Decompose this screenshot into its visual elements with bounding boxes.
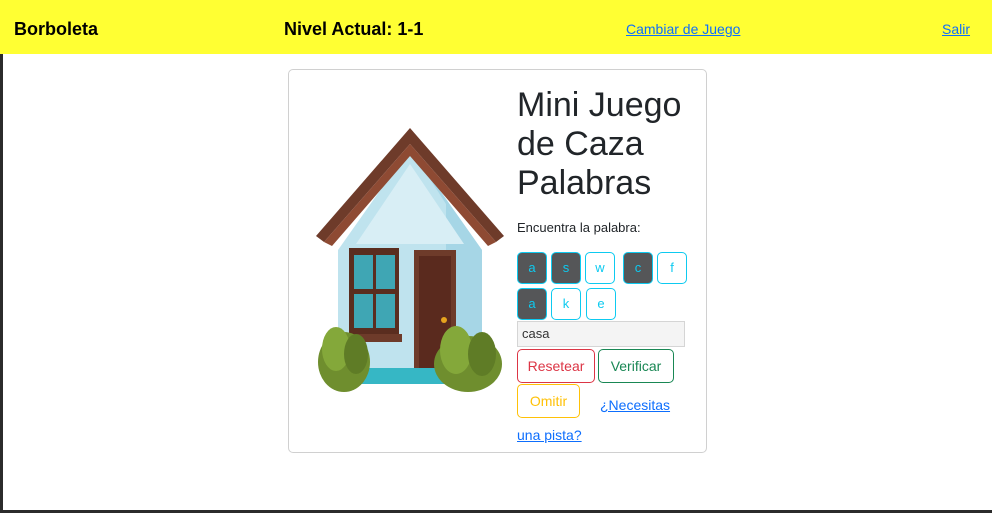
letter-tile[interactable]: k [551,288,581,320]
answer-input[interactable]: casa [517,321,685,347]
letter-tile[interactable]: a [517,252,547,284]
change-game-link[interactable]: Cambiar de Juego [626,21,740,37]
letter-tile[interactable]: f [657,252,687,284]
reset-button[interactable]: Resetear [517,349,595,383]
letter-tile[interactable]: c [623,252,653,284]
letter-tile[interactable]: e [586,288,616,320]
house-icon [316,128,504,392]
game-title: Mini Juego de Caza Palabras [517,86,682,202]
game-card: Mini Juego de Caza Palabras Encuentra la… [288,69,707,453]
top-navbar: Borboleta Nivel Actual: 1-1 Cambiar de J… [0,0,992,54]
current-level: Nivel Actual: 1-1 [284,19,424,39]
exit-link[interactable]: Salir [942,21,970,37]
hint-link[interactable]: ¿Necesitas una pista? [517,390,697,450]
verify-button[interactable]: Verificar [598,349,674,383]
letter-tile[interactable]: s [551,252,581,284]
letter-tile[interactable]: w [585,252,615,284]
find-word-prompt: Encuentra la palabra: [517,220,641,235]
brand-name: Borboleta [14,19,99,39]
letter-tile[interactable]: a [517,288,547,320]
window-left-edge [0,54,3,513]
